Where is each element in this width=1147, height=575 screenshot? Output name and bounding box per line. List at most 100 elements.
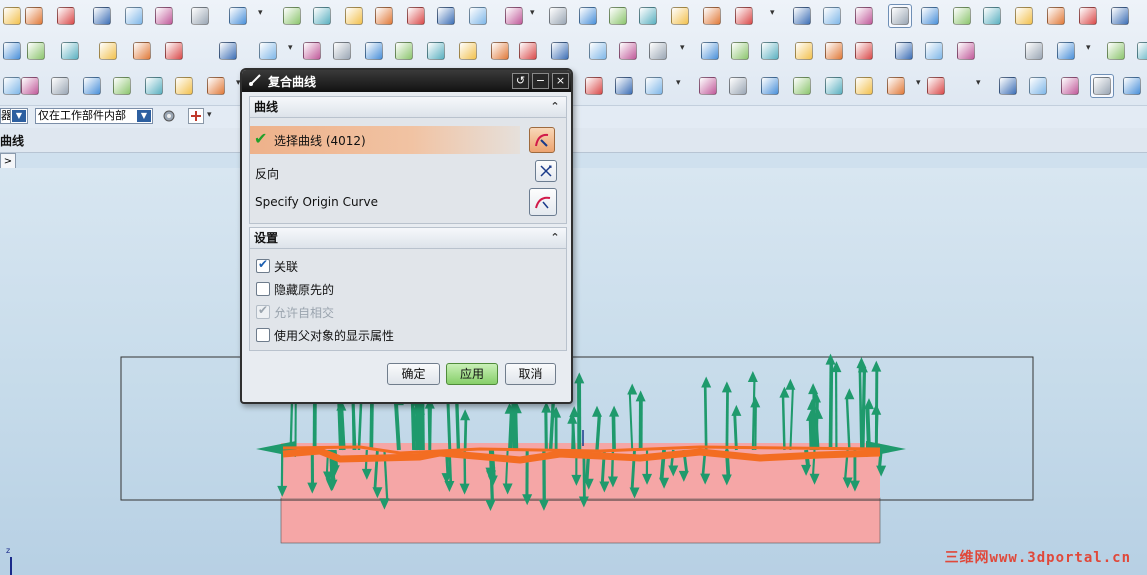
toolbar-tool-icon[interactable] bbox=[696, 74, 720, 98]
toolbar-tool-icon[interactable] bbox=[1090, 74, 1114, 98]
toolbar-tool-icon[interactable] bbox=[226, 4, 250, 28]
toolbar-tool-icon[interactable] bbox=[642, 74, 666, 98]
reset-button[interactable]: ↺ bbox=[512, 73, 529, 89]
toolbar-tool-icon[interactable] bbox=[372, 4, 396, 28]
toolbar-tool-icon[interactable] bbox=[1134, 39, 1147, 63]
toolbar-tool-icon[interactable] bbox=[362, 39, 386, 63]
toolbar-tool-icon[interactable] bbox=[636, 4, 660, 28]
graphics-window[interactable]: z 三维网www.3dportal.cn bbox=[0, 168, 1147, 575]
toolbar-tool-icon[interactable] bbox=[516, 39, 540, 63]
origin-curve-button[interactable] bbox=[529, 188, 557, 216]
toolbar-tool-icon[interactable] bbox=[1104, 39, 1128, 63]
toolbar-tool-icon[interactable] bbox=[980, 4, 1004, 28]
toolbar-tool-icon[interactable] bbox=[488, 39, 512, 63]
dialog-title-bar[interactable]: 复合曲线 ↺ − × bbox=[242, 70, 571, 92]
toolbar-tool-icon[interactable] bbox=[1022, 39, 1046, 63]
chevron-down-icon[interactable]: ▾ bbox=[258, 8, 263, 18]
toolbar-tool-icon[interactable] bbox=[392, 39, 416, 63]
model-view[interactable] bbox=[0, 168, 1147, 575]
toolbar-tool-icon[interactable] bbox=[922, 39, 946, 63]
toolbar-tool-icon[interactable] bbox=[822, 74, 846, 98]
toolbar-tool-icon[interactable] bbox=[110, 74, 134, 98]
toolbar-tool-icon[interactable] bbox=[424, 39, 448, 63]
select-curve-button[interactable] bbox=[529, 127, 555, 153]
toolbar-tool-icon[interactable] bbox=[256, 39, 280, 63]
toolbar-tool-icon[interactable] bbox=[758, 39, 782, 63]
snap-point-icon[interactable] bbox=[188, 108, 204, 124]
toolbar-tool-icon[interactable] bbox=[668, 4, 692, 28]
toolbar-tool-icon[interactable] bbox=[852, 4, 876, 28]
use-parent-display-checkbox[interactable] bbox=[256, 328, 270, 342]
toolbar-tool-icon[interactable] bbox=[726, 74, 750, 98]
toolbar-tool-icon[interactable] bbox=[58, 39, 82, 63]
toolbar-tool-icon[interactable] bbox=[310, 4, 334, 28]
toolbar-tool-icon[interactable] bbox=[790, 4, 814, 28]
toolbar-tool-icon[interactable] bbox=[700, 4, 724, 28]
toolbar-tool-icon[interactable] bbox=[122, 4, 146, 28]
toolbar-tool-icon[interactable] bbox=[466, 4, 490, 28]
toolbar-tool-icon[interactable] bbox=[502, 4, 526, 28]
apply-button[interactable]: 应用 bbox=[446, 363, 498, 385]
toolbar-tool-icon[interactable] bbox=[790, 74, 814, 98]
toolbar-tool-icon[interactable] bbox=[188, 4, 212, 28]
toolbar-tool-icon[interactable] bbox=[54, 4, 78, 28]
toolbar-tool-icon[interactable] bbox=[162, 39, 186, 63]
toolbar-tool-icon[interactable] bbox=[18, 74, 42, 98]
toolbar-tool-icon[interactable] bbox=[280, 4, 304, 28]
collapse-icon[interactable]: ⌃ bbox=[547, 230, 563, 246]
toolbar-tool-icon[interactable] bbox=[884, 74, 908, 98]
collapse-icon[interactable]: ⌃ bbox=[547, 99, 563, 115]
toolbar-tool-icon[interactable] bbox=[142, 74, 166, 98]
toolbar-tool-icon[interactable] bbox=[606, 4, 630, 28]
close-button[interactable]: × bbox=[552, 73, 569, 89]
toolbar-tool-icon[interactable] bbox=[404, 4, 428, 28]
toolbar-tool-icon[interactable] bbox=[548, 39, 572, 63]
toolbar-tool-icon[interactable] bbox=[918, 4, 942, 28]
toolbar-tool-icon[interactable] bbox=[0, 39, 24, 63]
curve-section-header[interactable]: 曲线 ⌃ bbox=[249, 96, 567, 118]
toolbar-tool-icon[interactable] bbox=[96, 39, 120, 63]
toolbar-tool-icon[interactable] bbox=[22, 4, 46, 28]
minimize-button[interactable]: − bbox=[532, 73, 549, 89]
select-curve-row[interactable]: ✔ 选择曲线 (4012) bbox=[250, 126, 520, 154]
toolbar-tool-icon[interactable] bbox=[130, 39, 154, 63]
toolbar-tool-icon[interactable] bbox=[24, 39, 48, 63]
toolbar-tool-icon[interactable] bbox=[576, 4, 600, 28]
toolbar-tool-icon[interactable] bbox=[80, 74, 104, 98]
ok-button[interactable]: 确定 bbox=[387, 363, 440, 385]
chevron-down-icon[interactable]: ▾ bbox=[976, 78, 981, 88]
chevron-down-icon[interactable]: ▾ bbox=[207, 110, 212, 120]
toolbar-tool-icon[interactable] bbox=[852, 39, 876, 63]
toolbar-tool-icon[interactable] bbox=[1120, 74, 1144, 98]
type-filter-dropdown[interactable]: ▼ bbox=[10, 108, 28, 124]
toolbar-tool-icon[interactable] bbox=[152, 4, 176, 28]
toolbar-tool-icon[interactable] bbox=[204, 74, 228, 98]
chevron-down-icon[interactable]: ▾ bbox=[916, 78, 921, 88]
toolbar-tool-icon[interactable] bbox=[582, 74, 606, 98]
toolbar-tool-icon[interactable] bbox=[852, 74, 876, 98]
toolbar-tool-icon[interactable] bbox=[728, 39, 752, 63]
settings-section-header[interactable]: 设置 ⌃ bbox=[249, 227, 567, 249]
toolbar-tool-icon[interactable] bbox=[950, 4, 974, 28]
chevron-down-icon[interactable]: ▾ bbox=[770, 8, 775, 18]
toolbar-tool-icon[interactable] bbox=[924, 74, 948, 98]
toolbar-tool-icon[interactable] bbox=[330, 39, 354, 63]
chevron-down-icon[interactable]: ▾ bbox=[680, 43, 685, 53]
toolbar-tool-icon[interactable] bbox=[1058, 74, 1082, 98]
toolbar-tool-icon[interactable] bbox=[1054, 39, 1078, 63]
gear-filter-icon[interactable] bbox=[161, 108, 177, 124]
toolbar-tool-icon[interactable] bbox=[342, 4, 366, 28]
toolbar-tool-icon[interactable] bbox=[1076, 4, 1100, 28]
toolbar-tool-icon[interactable] bbox=[0, 4, 24, 28]
chevron-down-icon[interactable]: ▾ bbox=[676, 78, 681, 88]
associative-checkbox[interactable] bbox=[256, 257, 270, 273]
toolbar-tool-icon[interactable] bbox=[758, 74, 782, 98]
toolbar-tool-icon[interactable] bbox=[90, 4, 114, 28]
toolbar-tool-icon[interactable] bbox=[546, 4, 570, 28]
toolbar-tool-icon[interactable] bbox=[616, 39, 640, 63]
toolbar-tool-icon[interactable] bbox=[586, 39, 610, 63]
toolbar-tool-icon[interactable] bbox=[820, 4, 844, 28]
toolbar-tool-icon[interactable] bbox=[456, 39, 480, 63]
hide-original-checkbox[interactable] bbox=[256, 282, 270, 296]
toolbar-tool-icon[interactable] bbox=[892, 39, 916, 63]
